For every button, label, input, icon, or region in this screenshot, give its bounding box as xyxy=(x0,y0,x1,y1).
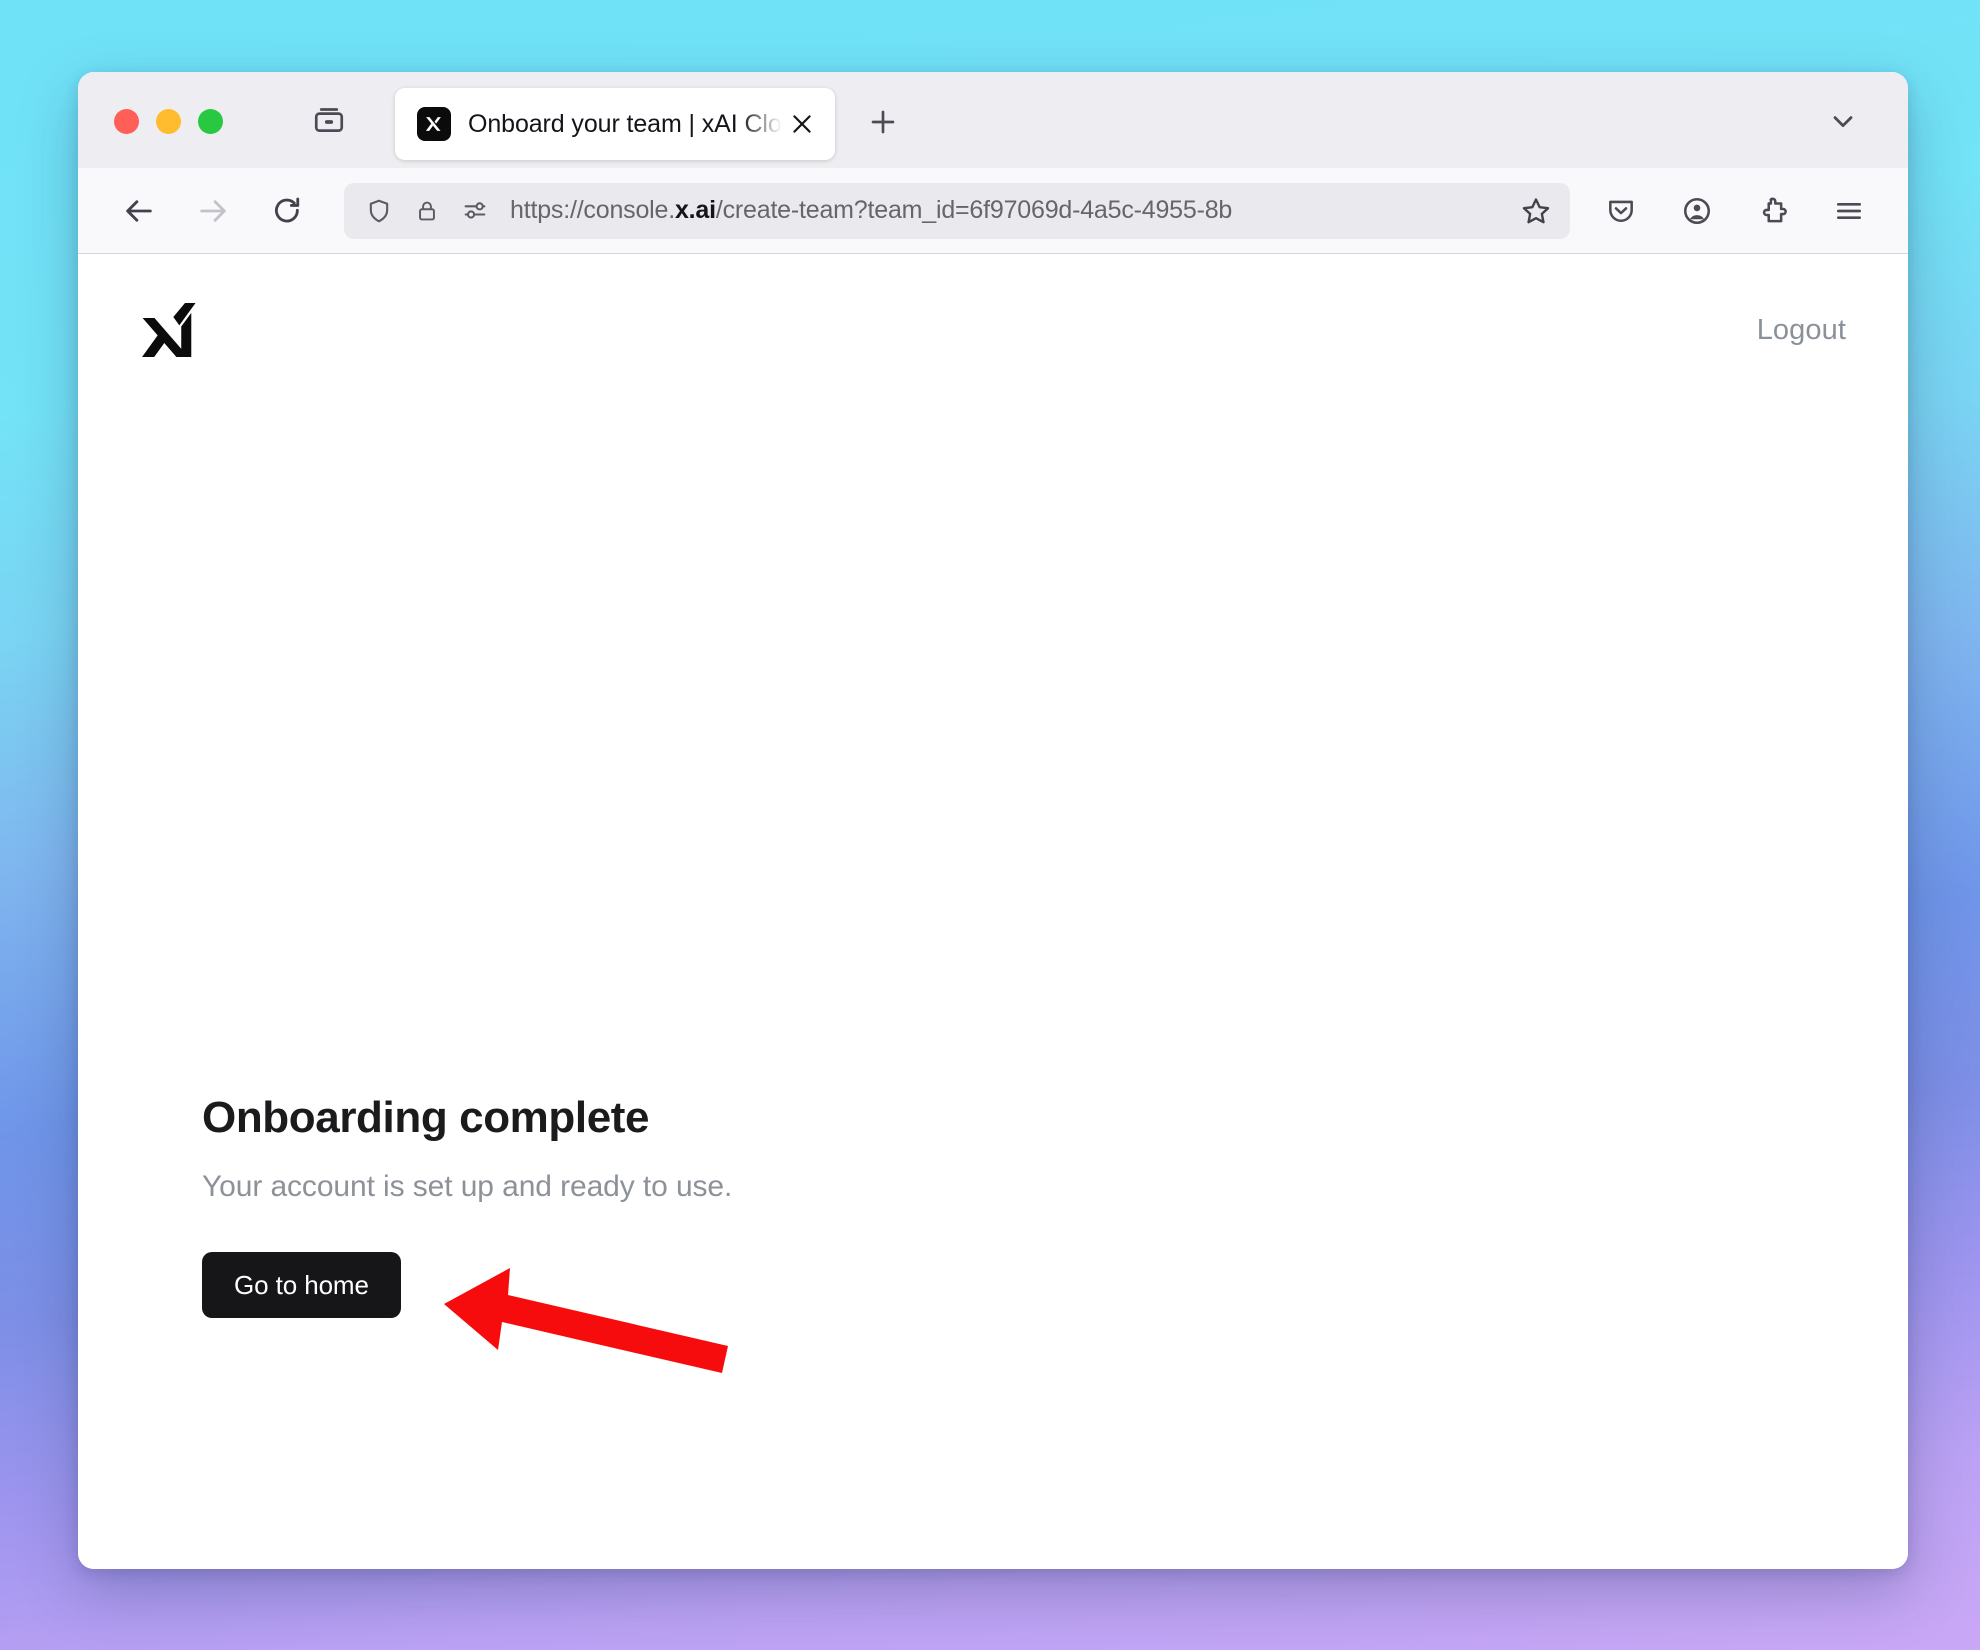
url-domain: x.ai xyxy=(674,196,716,224)
shield-icon[interactable] xyxy=(362,194,396,228)
puzzle-piece-icon[interactable] xyxy=(1748,186,1798,236)
chevron-down-icon[interactable] xyxy=(1820,98,1866,144)
xai-logo-icon[interactable] xyxy=(140,302,202,358)
desktop-background: Onboard your team | xAI Cloud C xyxy=(0,0,1980,1650)
page-content: Logout Onboarding complete Your account … xyxy=(78,254,1908,1569)
browser-window: Onboard your team | xAI Cloud C xyxy=(78,72,1908,1569)
url-text: https://console.x.ai/create-team?team_id… xyxy=(510,196,1504,225)
minimize-window-button[interactable] xyxy=(156,109,181,134)
pocket-save-icon[interactable] xyxy=(1596,186,1646,236)
address-bar[interactable]: https://console.x.ai/create-team?team_id… xyxy=(344,182,1570,239)
navigation-toolbar: https://console.x.ai/create-team?team_id… xyxy=(78,168,1908,254)
browser-tab[interactable]: Onboard your team | xAI Cloud C xyxy=(395,88,835,160)
maximize-window-button[interactable] xyxy=(198,109,223,134)
close-window-button[interactable] xyxy=(114,109,139,134)
arrow-left-icon[interactable] xyxy=(112,184,166,238)
plus-icon[interactable] xyxy=(861,100,905,144)
logout-button[interactable]: Logout xyxy=(1757,314,1846,347)
close-icon[interactable] xyxy=(787,109,817,139)
permissions-icon[interactable] xyxy=(458,194,492,228)
page-subtitle: Your account is set up and ready to use. xyxy=(202,1170,733,1204)
cta-row: Go to home xyxy=(202,1252,732,1319)
hamburger-menu-icon[interactable] xyxy=(1824,186,1874,236)
onboarding-complete-block: Onboarding complete Your account is set … xyxy=(202,1093,733,1319)
url-path: /create-team?team_id=6f97069d-4a5c-4955-… xyxy=(715,196,1233,224)
go-to-home-button[interactable]: Go to home xyxy=(202,1252,401,1319)
star-icon[interactable] xyxy=(1516,191,1556,231)
tab-title: Onboard your team | xAI Cloud C xyxy=(468,109,785,138)
lock-icon[interactable] xyxy=(410,194,444,228)
url-prefix: https://console. xyxy=(510,196,675,224)
account-circle-icon[interactable] xyxy=(1672,186,1722,236)
xai-logo-icon xyxy=(417,107,451,141)
site-header: Logout xyxy=(78,254,1908,358)
arrow-right-icon xyxy=(186,184,240,238)
tab-group-icon[interactable] xyxy=(309,100,349,140)
page-title: Onboarding complete xyxy=(202,1093,650,1142)
tab-strip: Onboard your team | xAI Cloud C xyxy=(78,72,1908,168)
reload-icon[interactable] xyxy=(260,184,314,238)
toolbar-right-actions xyxy=(1596,186,1882,236)
window-controls xyxy=(100,109,223,168)
